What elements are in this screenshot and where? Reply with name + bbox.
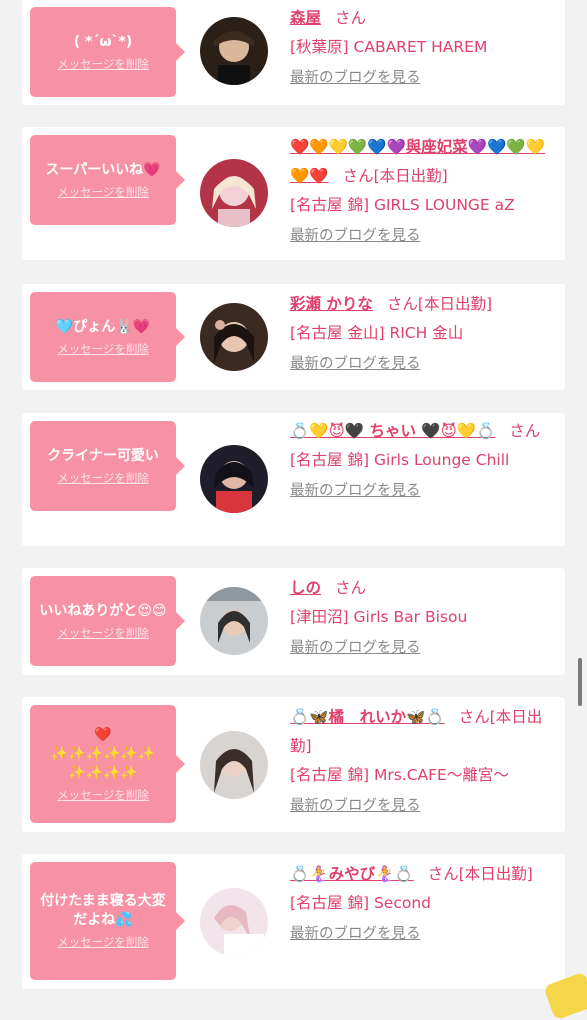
cast-name-link[interactable]: しの	[290, 579, 321, 597]
message-bubble: ❤️ ✨✨✨✨✨✨ ✨✨✨✨ メッセージを削除	[30, 705, 185, 823]
latest-blog-link[interactable]: 最新のブログを見る	[290, 920, 421, 949]
message-text: 🩵ぴょん🐰💗	[55, 318, 151, 335]
message-text: 付けたまま寝る大変だよね💦	[40, 893, 166, 928]
latest-blog-link[interactable]: 最新のブログを見る	[290, 634, 421, 663]
cast-info: ❤️🧡💛💚💙💜與座妃菜💜💙💚💛🧡❤️ さん[本日出勤] [名古屋 錦] GIRLS…	[290, 133, 558, 251]
honorific: さん	[335, 9, 367, 27]
cast-info: 彩瀬 かりな さん[本日出勤] [名古屋 金山] RICH 金山 最新のブログを見…	[290, 290, 558, 379]
cast-info: 💍🧜‍♀️みやび🧜‍♀️💍 さん[本日出勤] [名古屋 錦] Second 最新の…	[290, 860, 558, 949]
shop-name: [名古屋 錦] Second	[290, 894, 431, 912]
delete-message-link[interactable]: メッセージを削除	[57, 934, 149, 950]
message-card: スーパーいいね💗 メッセージを削除 ❤️🧡💛💚💙💜與座妃菜💜💙💚💛🧡❤️ さん[本…	[22, 127, 565, 260]
shop-name: [名古屋 錦] Mrs.CAFE〜離宮〜	[290, 766, 509, 784]
message-text: クライナー可愛い	[47, 447, 159, 464]
shop-name: [名古屋 金山] RICH 金山	[290, 324, 464, 342]
message-card: いいねありがと😍😊 メッセージを削除 しの さん [津田沼] Girls Bar …	[22, 568, 565, 675]
cast-name-link[interactable]: 彩瀬 かりな	[290, 295, 373, 313]
message-bubble: ( *´ω`*) メッセージを削除	[30, 7, 185, 97]
honorific: さん	[427, 865, 459, 883]
message-text: ( *´ω`*)	[73, 33, 133, 50]
message-bubble: 付けたまま寝る大変だよね💦 メッセージを削除	[30, 862, 185, 980]
message-bubble: 🩵ぴょん🐰💗 メッセージを削除	[30, 292, 185, 382]
delete-message-link[interactable]: メッセージを削除	[57, 56, 149, 72]
message-bubble: いいねありがと😍😊 メッセージを削除	[30, 576, 185, 666]
cast-info: しの さん [津田沼] Girls Bar Bisou 最新のブログを見る	[290, 574, 558, 663]
message-text: いいねありがと😍😊	[39, 602, 167, 619]
honorific: さん	[386, 295, 418, 313]
latest-blog-link[interactable]: 最新のブログを見る	[290, 64, 421, 93]
avatar[interactable]	[200, 888, 268, 956]
honorific: さん	[458, 708, 490, 726]
delete-message-link[interactable]: メッセージを削除	[57, 184, 149, 200]
delete-message-link[interactable]: メッセージを削除	[57, 470, 149, 486]
avatar[interactable]	[200, 731, 268, 799]
cast-info: 森屋 さん [秋葉原] CABARET HAREM 最新のブログを見る	[290, 4, 558, 93]
honorific: さん	[335, 579, 367, 597]
shop-name: [名古屋 錦] Girls Lounge Chill	[290, 451, 510, 469]
avatar[interactable]	[200, 445, 268, 513]
cast-info: 💍🦋橘 れいか🦋💍 さん[本日出勤] [名古屋 錦] Mrs.CAFE〜離宮〜 最…	[290, 703, 558, 821]
cast-name-link[interactable]: 💍🧜‍♀️みやび🧜‍♀️💍	[290, 865, 414, 883]
shop-name: [津田沼] Girls Bar Bisou	[290, 608, 468, 626]
honorific: さん	[509, 422, 541, 440]
cast-name-link[interactable]: 💍🦋橘 れいか🦋💍	[290, 708, 445, 726]
cast-info: 💍💛😈🖤 ちゃい 🖤😈💛💍 さん [名古屋 錦] Girls Lounge Chi…	[290, 417, 558, 506]
delete-message-link[interactable]: メッセージを削除	[57, 625, 149, 641]
status-badge: [本日出勤]	[458, 865, 533, 883]
honorific: さん	[342, 167, 374, 185]
avatar[interactable]	[200, 587, 268, 655]
message-bubble: スーパーいいね💗 メッセージを削除	[30, 135, 185, 225]
delete-message-link[interactable]: メッセージを削除	[57, 787, 149, 803]
avatar[interactable]	[200, 17, 268, 85]
status-badge: [本日出勤]	[417, 295, 493, 313]
latest-blog-link[interactable]: 最新のブログを見る	[290, 477, 421, 506]
latest-blog-link[interactable]: 最新のブログを見る	[290, 792, 421, 821]
message-card: ( *´ω`*) メッセージを削除 森屋 さん [秋葉原] CABARET HAR…	[22, 0, 565, 105]
cast-name-link[interactable]: 森屋	[290, 9, 321, 27]
message-bubble: クライナー可愛い メッセージを削除	[30, 421, 185, 511]
message-card: 🩵ぴょん🐰💗 メッセージを削除 彩瀬 かりな さん[本日出勤] [名古屋 金山] …	[22, 284, 565, 390]
avatar[interactable]	[200, 159, 268, 227]
message-card: クライナー可愛い メッセージを削除 💍💛😈🖤 ちゃい 🖤😈💛💍 さん [名古屋 錦…	[22, 413, 565, 546]
message-card: 付けたまま寝る大変だよね💦 メッセージを削除 💍🧜‍♀️みやび🧜‍♀️💍 さん[本…	[22, 854, 565, 989]
status-badge: [本日出勤]	[373, 167, 448, 185]
latest-blog-link[interactable]: 最新のブログを見る	[290, 222, 421, 251]
scrollbar[interactable]	[578, 658, 582, 706]
shop-name: [秋葉原] CABARET HAREM	[290, 38, 488, 56]
shop-name: [名古屋 錦] GIRLS LOUNGE aZ	[290, 196, 515, 214]
delete-message-link[interactable]: メッセージを削除	[57, 341, 149, 357]
cast-name-link[interactable]: 💍💛😈🖤 ちゃい 🖤😈💛💍	[290, 422, 495, 440]
avatar[interactable]	[200, 303, 268, 371]
latest-blog-link[interactable]: 最新のブログを見る	[290, 350, 421, 379]
message-text: スーパーいいね💗	[45, 161, 161, 178]
message-text: ❤️ ✨✨✨✨✨✨ ✨✨✨✨	[50, 726, 156, 781]
message-card: ❤️ ✨✨✨✨✨✨ ✨✨✨✨ メッセージを削除 💍🦋橘 れいか🦋💍 さん[本日出勤…	[22, 697, 565, 832]
